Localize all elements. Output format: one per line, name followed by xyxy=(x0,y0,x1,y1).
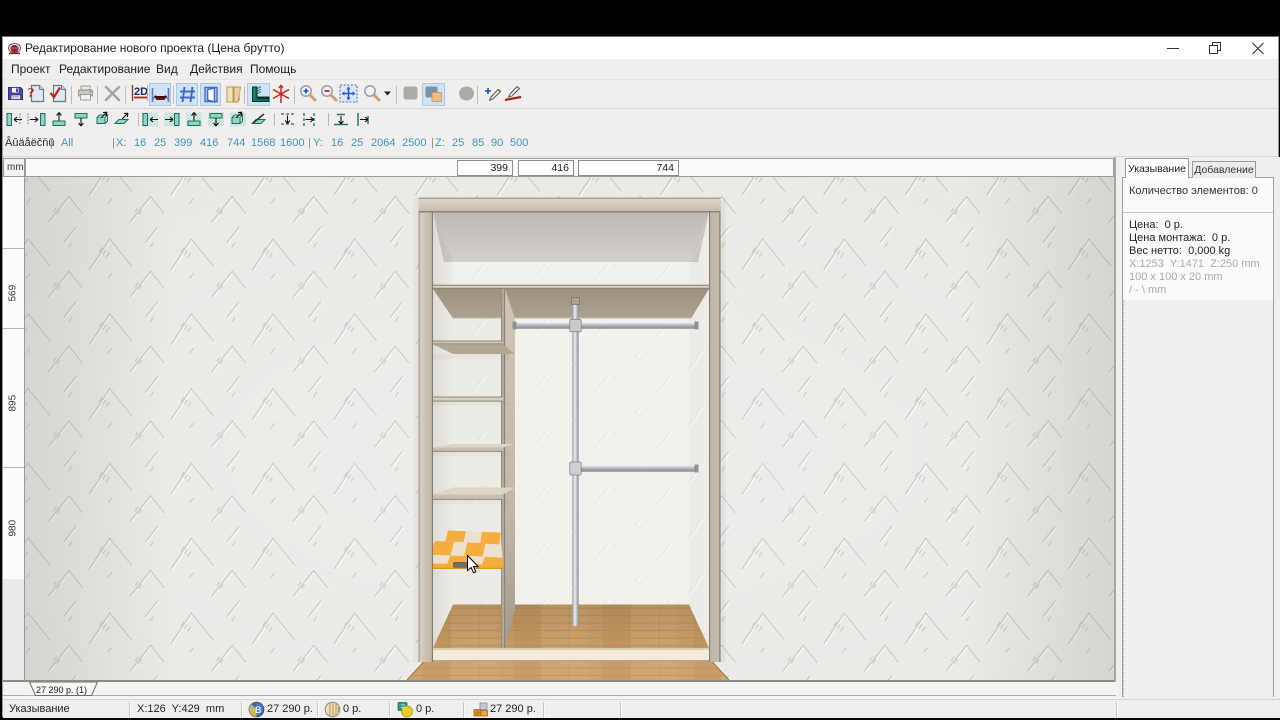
svg-text:B: B xyxy=(255,705,262,715)
svg-text:2D: 2D xyxy=(134,86,148,98)
svg-text:?: ? xyxy=(28,86,35,101)
